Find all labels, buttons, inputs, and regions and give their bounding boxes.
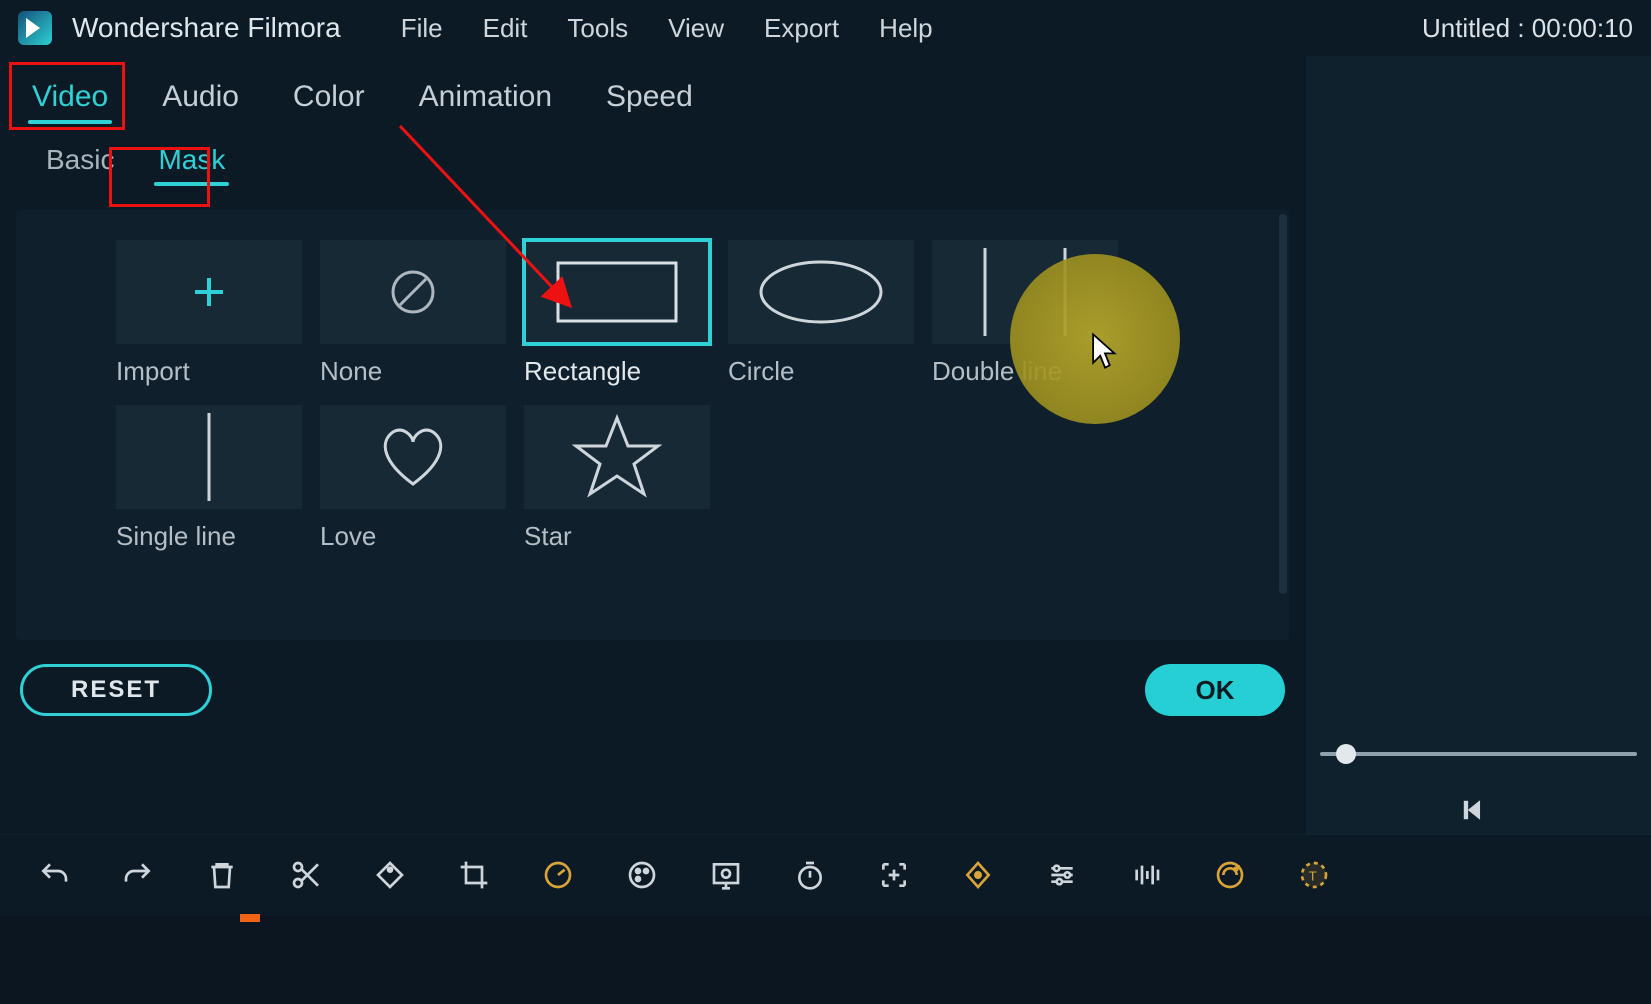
motion-track-button[interactable] xyxy=(876,857,912,893)
star-icon xyxy=(572,412,662,502)
menu-export[interactable]: Export xyxy=(764,13,839,44)
crop-button[interactable] xyxy=(456,857,492,893)
prohibit-icon xyxy=(388,267,438,317)
step-back-button[interactable] xyxy=(1460,797,1486,828)
keyframe-button[interactable] xyxy=(960,857,996,893)
speed-icon xyxy=(542,859,574,891)
audio-adjust-button[interactable] xyxy=(1128,857,1164,893)
app-logo-icon xyxy=(18,11,52,45)
mask-scrollbar[interactable] xyxy=(1279,214,1287,594)
delete-button[interactable] xyxy=(204,857,240,893)
equalizer-icon xyxy=(1130,859,1162,891)
mask-import-label: Import xyxy=(116,356,302,387)
mask-star-label: Star xyxy=(524,521,710,552)
video-subtabs: Basic Mask xyxy=(0,130,1305,204)
preview-slider-thumb[interactable] xyxy=(1336,744,1356,764)
tab-speed[interactable]: Speed xyxy=(598,74,701,124)
document-title: Untitled : 00:00:10 xyxy=(1422,13,1633,44)
redo-button[interactable] xyxy=(120,857,156,893)
timer-button[interactable] xyxy=(792,857,828,893)
mask-none[interactable] xyxy=(320,240,506,344)
timeline-toolbar: T xyxy=(0,834,1651,914)
green-screen-button[interactable] xyxy=(708,857,744,893)
reset-button[interactable]: RESET xyxy=(20,664,212,716)
text-style-icon: T xyxy=(1298,859,1330,891)
menu-tools[interactable]: Tools xyxy=(567,13,628,44)
text-style-button[interactable]: T xyxy=(1296,857,1332,893)
menu-help[interactable]: Help xyxy=(879,13,932,44)
subtab-basic[interactable]: Basic xyxy=(38,140,122,186)
preview-panel xyxy=(1305,56,1651,836)
menu-view[interactable]: View xyxy=(668,13,724,44)
chroma-icon xyxy=(710,859,742,891)
speed-button[interactable] xyxy=(540,857,576,893)
main-menu: File Edit Tools View Export Help xyxy=(401,13,933,44)
mask-import[interactable] xyxy=(116,240,302,344)
property-tabs: Video Audio Color Animation Speed xyxy=(0,56,1305,130)
mask-star[interactable] xyxy=(524,405,710,509)
ellipse-icon xyxy=(751,252,891,332)
mask-rectangle[interactable] xyxy=(524,240,710,344)
mask-love-label: Love xyxy=(320,521,506,552)
redo-icon xyxy=(122,859,154,891)
adjust-button[interactable] xyxy=(1044,857,1080,893)
mask-circle[interactable] xyxy=(728,240,914,344)
tag-button[interactable] xyxy=(372,857,408,893)
panel-buttons: RESET OK xyxy=(0,640,1305,716)
properties-panel: Video Audio Color Animation Speed Basic … xyxy=(0,56,1305,836)
tag-icon xyxy=(374,859,406,891)
svg-text:T: T xyxy=(1309,868,1317,883)
undo-button[interactable] xyxy=(36,857,72,893)
rectangle-icon xyxy=(552,257,682,327)
mask-single-line[interactable] xyxy=(116,405,302,509)
timeline-playhead-icon[interactable] xyxy=(240,914,260,922)
sliders-icon xyxy=(1046,859,1078,891)
ok-button[interactable]: OK xyxy=(1145,664,1285,716)
keyframe-icon xyxy=(962,859,994,891)
crop-icon xyxy=(458,859,490,891)
mask-love[interactable] xyxy=(320,405,506,509)
titlebar: Wondershare Filmora File Edit Tools View… xyxy=(0,0,1651,56)
timeline-area[interactable] xyxy=(0,916,1651,1004)
color-button[interactable] xyxy=(624,857,660,893)
cut-button[interactable] xyxy=(288,857,324,893)
mask-double-line-label: Double line xyxy=(932,356,1118,387)
stopwatch-icon xyxy=(794,859,826,891)
mask-circle-label: Circle xyxy=(728,356,914,387)
speed-ramp-button[interactable] xyxy=(1212,857,1248,893)
mask-single-line-label: Single line xyxy=(116,521,302,552)
subtab-mask[interactable]: Mask xyxy=(150,140,233,186)
mask-panel: Import None Rectangle xyxy=(16,210,1289,640)
step-back-icon xyxy=(1460,797,1486,823)
mask-rectangle-label: Rectangle xyxy=(524,356,710,387)
scissors-icon xyxy=(290,859,322,891)
tab-animation[interactable]: Animation xyxy=(411,74,560,124)
app-title: Wondershare Filmora xyxy=(72,12,341,44)
speedramp-icon xyxy=(1214,859,1246,891)
mask-double-line[interactable] xyxy=(932,240,1118,344)
menu-edit[interactable]: Edit xyxy=(483,13,528,44)
tab-audio[interactable]: Audio xyxy=(154,74,247,124)
tab-video[interactable]: Video xyxy=(24,74,116,124)
undo-icon xyxy=(38,859,70,891)
palette-icon xyxy=(626,859,658,891)
mask-none-label: None xyxy=(320,356,506,387)
double-line-icon xyxy=(945,242,1105,342)
heart-icon xyxy=(373,422,453,492)
tab-color[interactable]: Color xyxy=(285,74,373,124)
menu-file[interactable]: File xyxy=(401,13,443,44)
single-line-icon xyxy=(129,407,289,507)
preview-slider[interactable] xyxy=(1320,752,1637,756)
trash-icon xyxy=(206,859,238,891)
plus-icon xyxy=(189,272,229,312)
motion-track-icon xyxy=(878,859,910,891)
